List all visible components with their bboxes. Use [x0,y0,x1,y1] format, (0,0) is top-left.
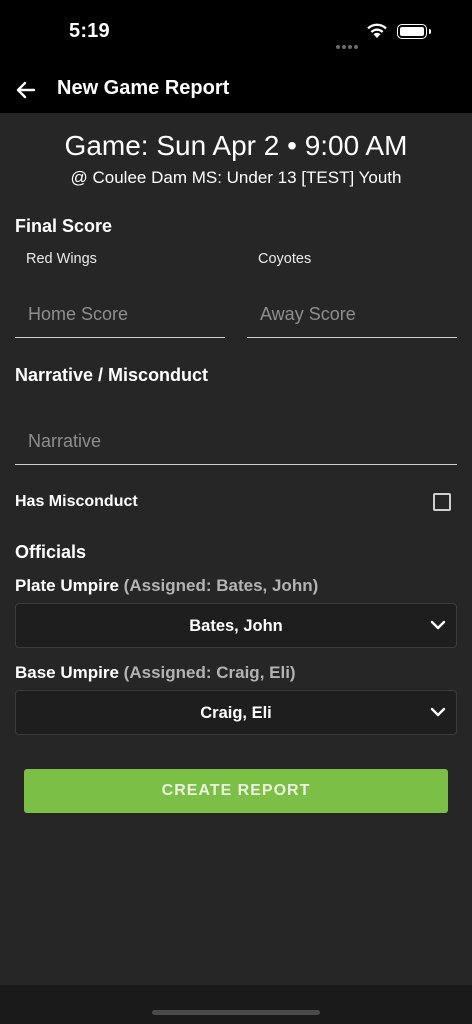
home-indicator[interactable] [152,1010,320,1015]
plate-umpire-title: Plate Umpire [15,576,119,595]
chevron-down-icon [430,620,446,630]
back-arrow-icon[interactable] [12,76,40,104]
base-umpire-select[interactable]: Craig, Eli [15,690,457,735]
battery-icon [397,24,431,39]
wifi-icon [367,23,387,38]
app-bar: New Game Report [0,66,472,113]
status-bar: 5:19 [0,0,472,66]
plate-umpire-label: Plate Umpire (Assigned: Bates, John) [15,576,318,596]
status-time: 5:19 [69,20,110,42]
create-report-button[interactable]: CREATE REPORT [24,769,448,813]
base-umpire-label: Base Umpire (Assigned: Craig, Eli) [15,663,296,683]
plate-umpire-select[interactable]: Bates, John [15,603,457,648]
away-score-input[interactable] [247,292,457,338]
home-team-label: Red Wings [26,251,97,267]
chevron-down-icon [430,707,446,717]
base-umpire-title: Base Umpire [15,663,119,682]
base-umpire-assigned: (Assigned: Craig, Eli) [123,663,296,682]
bottom-safe-area [0,985,472,1024]
page-title: New Game Report [57,77,230,99]
base-umpire-value: Craig, Eli [200,704,272,722]
narrative-heading: Narrative / Misconduct [15,365,209,385]
plate-umpire-assigned: (Assigned: Bates, John) [123,576,319,595]
away-team-label: Coyotes [258,251,312,267]
home-score-input[interactable] [15,292,225,338]
final-score-heading: Final Score [15,216,113,236]
game-title: Game: Sun Apr 2 • 9:00 AM [64,130,408,161]
narrative-input[interactable] [15,419,457,465]
misconduct-label: Has Misconduct [15,493,138,510]
game-subtitle: @ Coulee Dam MS: Under 13 [TEST] Youth [70,168,402,187]
plate-umpire-value: Bates, John [189,617,283,635]
misconduct-checkbox[interactable] [433,493,451,511]
officials-heading: Officials [15,542,87,562]
cellular-signal-icon [336,36,360,54]
